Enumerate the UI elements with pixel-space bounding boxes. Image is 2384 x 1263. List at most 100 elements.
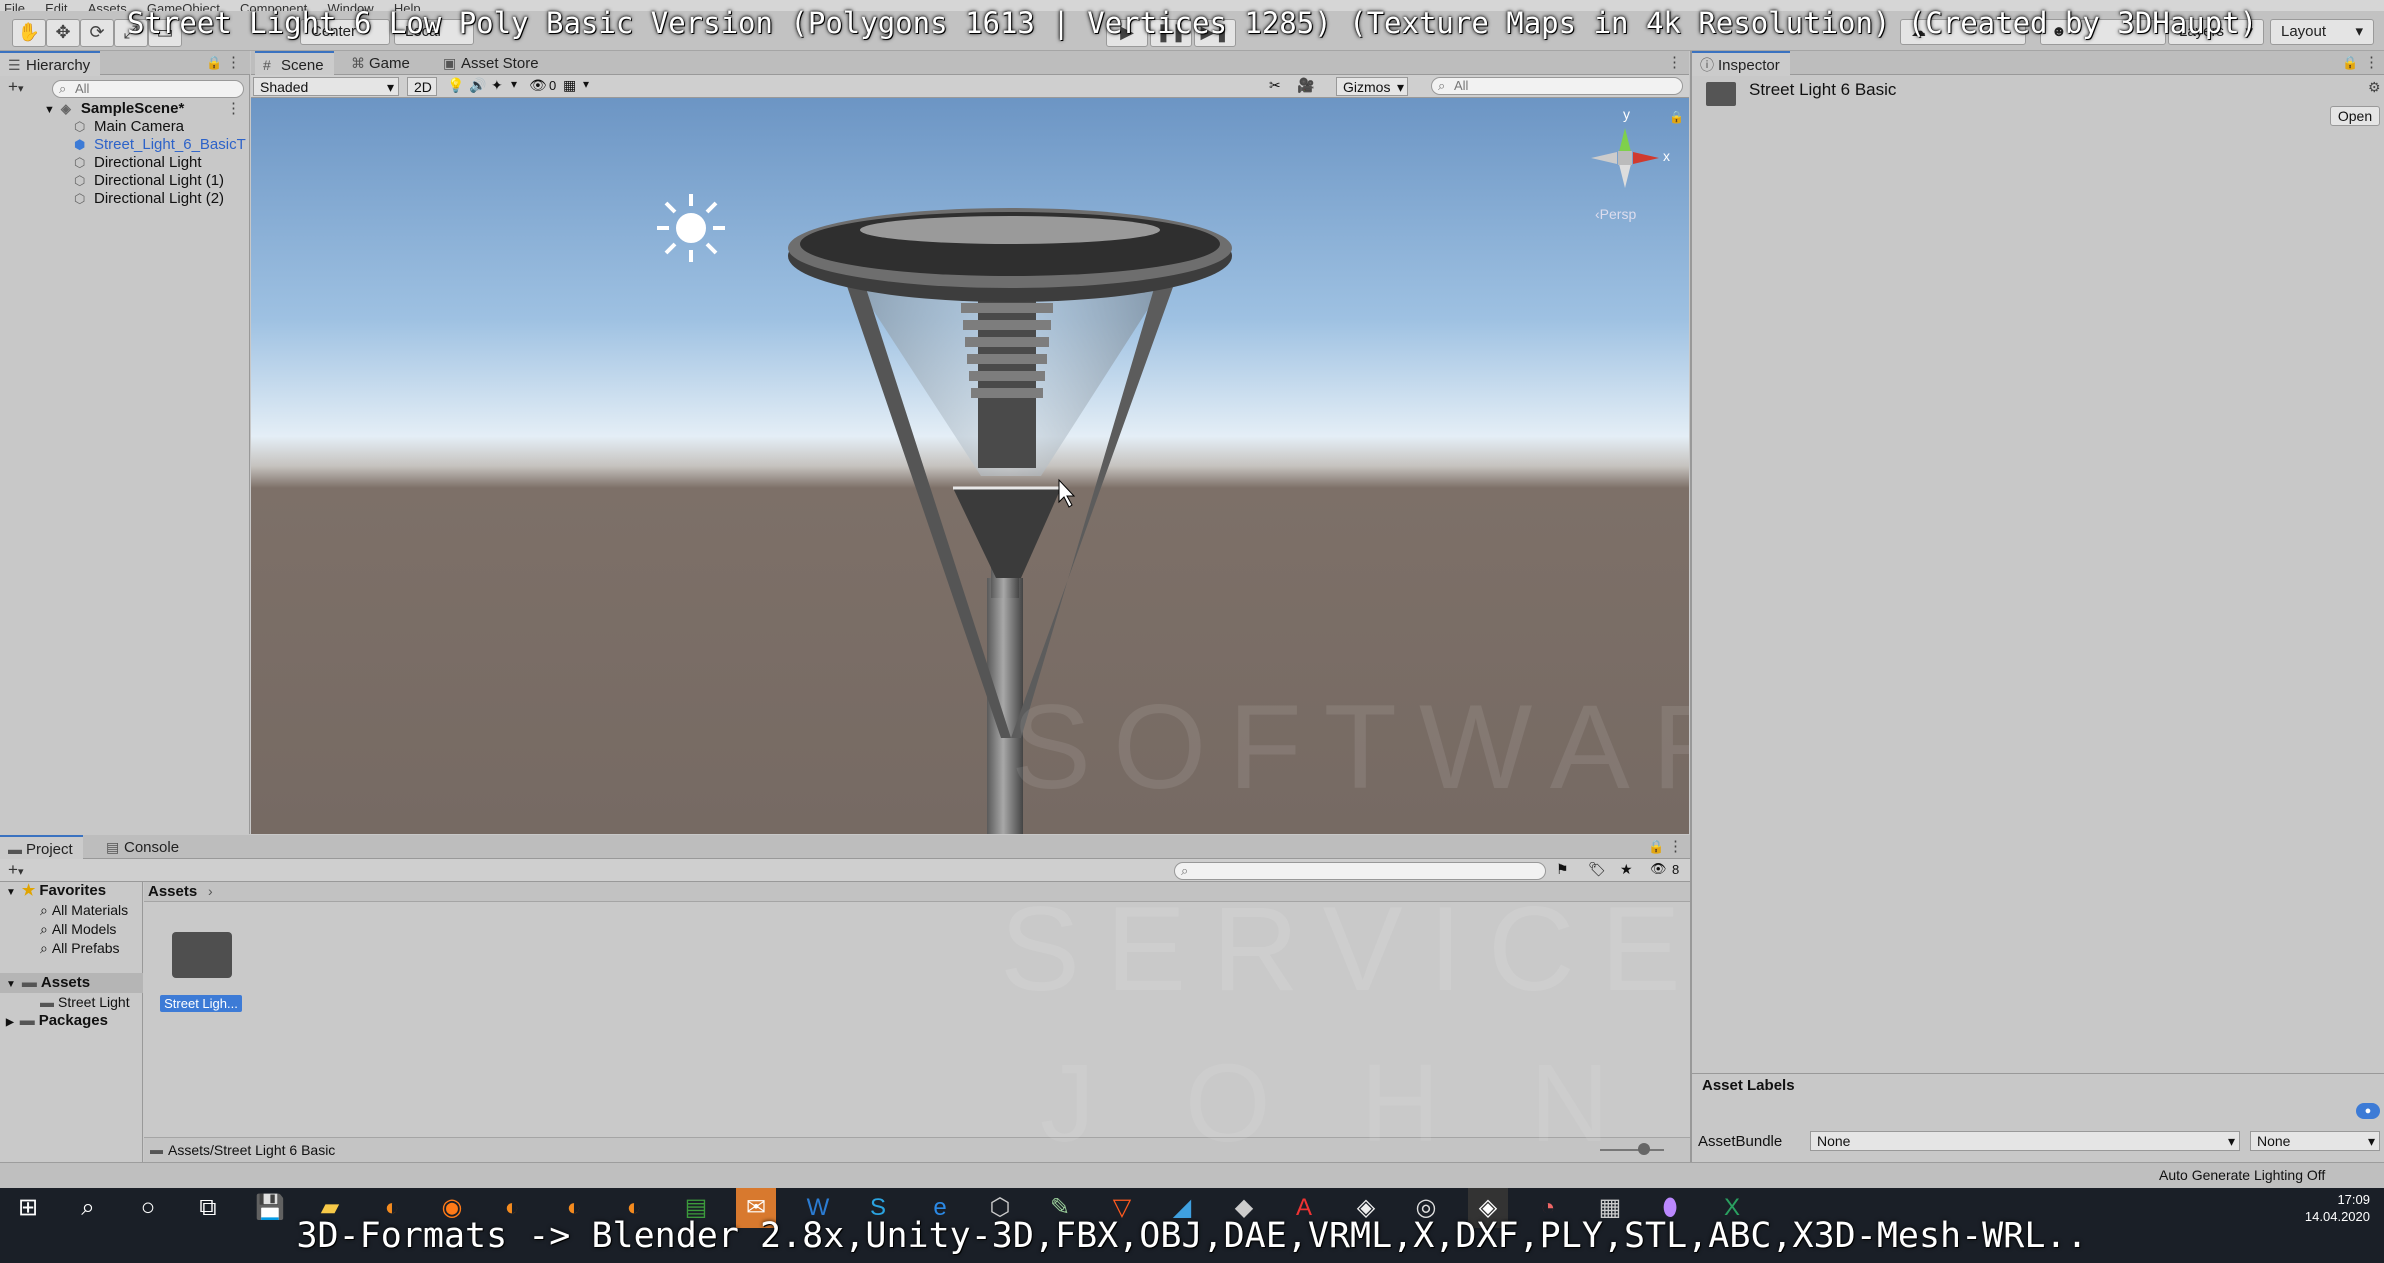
- gear-icon[interactable]: ⚙: [2368, 79, 2381, 96]
- create-asset-button[interactable]: +▾: [8, 860, 23, 880]
- scene-kebab-icon[interactable]: ⋮: [226, 99, 241, 117]
- search-by-label-icon[interactable]: 🏷: [1588, 861, 1606, 878]
- star-icon[interactable]: ★: [1620, 861, 1633, 878]
- variant-value: None: [2257, 1133, 2291, 1149]
- menu-assets[interactable]: Assets: [88, 2, 127, 11]
- kebab-menu-icon[interactable]: ⋮: [226, 53, 241, 71]
- tag-icon[interactable]: ●: [2356, 1103, 2380, 1119]
- breadcrumb-assets[interactable]: Assets: [148, 883, 197, 900]
- account-button[interactable]: ☁: [1900, 19, 2026, 45]
- lock-icon[interactable]: 🔒: [1648, 839, 1664, 855]
- hierarchy-item[interactable]: ⬡ Main Camera: [74, 118, 184, 136]
- lock-icon[interactable]: 🔒: [1669, 110, 1684, 124]
- rotate-tool-button[interactable]: ⟳: [80, 19, 114, 47]
- hierarchy-item[interactable]: ⬡ Directional Light (2): [74, 190, 224, 208]
- kebab-menu-icon[interactable]: ⋮: [2364, 53, 2379, 71]
- kebab-menu-icon[interactable]: ⋮: [1668, 837, 1683, 855]
- move-tool-button[interactable]: ✥: [46, 19, 80, 47]
- rect-tool-button[interactable]: ▭: [148, 19, 182, 47]
- gizmos-dropdown[interactable]: Gizmos ▾: [1336, 77, 1408, 96]
- hierarchy-item[interactable]: ⬢ Street_Light_6_BasicT: [74, 136, 246, 154]
- gameobject-cube-icon: ⬡: [74, 119, 86, 134]
- camera-icon[interactable]: 🎥: [1297, 77, 1314, 94]
- tab-asset-store[interactable]: ▣ Asset Store: [435, 51, 549, 74]
- lock-icon[interactable]: 🔒: [2342, 55, 2358, 71]
- clock-time[interactable]: 17:09: [2290, 1192, 2370, 1207]
- asset-folder-item[interactable]: ▬ Street Light: [40, 993, 130, 1011]
- watermark-line2: SERVICE: [1000, 882, 1707, 1016]
- hierarchy-item[interactable]: ⬡ Directional Light (1): [74, 172, 224, 190]
- gizmos-label: Gizmos: [1343, 79, 1391, 95]
- chevron-down-icon[interactable]: ▾: [511, 77, 517, 91]
- scene-viewport[interactable]: y x 🔒 ‹Persp SOFTWARE: [251, 98, 1689, 834]
- account-icon: ☻: [2051, 23, 2067, 40]
- tab-hierarchy[interactable]: ☰ Hierarchy: [0, 51, 101, 76]
- toggle-2d-button[interactable]: 2D: [407, 77, 437, 96]
- scale-tool-button[interactable]: ⤢: [114, 19, 148, 47]
- favorite-item[interactable]: ⌕ All Materials: [40, 901, 128, 919]
- project-search-input[interactable]: ⌕: [1174, 862, 1546, 880]
- scene-root[interactable]: ▼ ◈ SampleScene*: [44, 100, 184, 119]
- open-button[interactable]: Open: [2330, 106, 2380, 126]
- effects-toggle-icon[interactable]: ✦: [491, 77, 503, 94]
- chevron-down-icon: ▾: [1396, 79, 1404, 95]
- layout-dropdown[interactable]: Layout ▾: [2270, 19, 2374, 45]
- pause-button[interactable]: ❚❚: [1150, 19, 1192, 47]
- shading-mode-dropdown[interactable]: Shaded ▾: [253, 77, 399, 96]
- layers-dropdown[interactable]: Layers ▾: [2168, 19, 2264, 45]
- step-button[interactable]: ▶❚: [1194, 19, 1236, 47]
- tab-game[interactable]: ⌘ Game: [343, 51, 420, 74]
- favorite-item[interactable]: ⌕ All Prefabs: [40, 939, 120, 957]
- menu-edit[interactable]: Edit: [45, 2, 67, 11]
- lighting-status[interactable]: Auto Generate Lighting Off: [2159, 1167, 2325, 1183]
- list-icon: ☰: [8, 57, 21, 73]
- asset-grid-item-label[interactable]: Street Ligh...: [160, 995, 242, 1012]
- hierarchy-search-input[interactable]: ⌕ All: [52, 80, 244, 98]
- lighting-toggle-icon[interactable]: 💡: [447, 77, 464, 94]
- menu-help[interactable]: Help: [394, 2, 421, 11]
- pivot-toggle[interactable]: Center: [300, 19, 390, 45]
- folder-icon[interactable]: [172, 932, 232, 978]
- grid-toggle-icon[interactable]: ▦: [563, 77, 576, 94]
- hidden-packages-icon[interactable]: 👁: [1650, 861, 1667, 877]
- tab-project[interactable]: ▬ Project: [0, 835, 83, 860]
- hidden-objects-icon[interactable]: 👁: [529, 77, 547, 94]
- scene-search-input[interactable]: ⌕ All: [1431, 77, 1683, 95]
- audio-toggle-icon[interactable]: 🔊: [469, 77, 486, 94]
- tools-icon[interactable]: ✂: [1269, 77, 1281, 94]
- menu-bar: File Edit Assets GameObject Component Wi…: [0, 0, 2384, 11]
- search-by-type-icon[interactable]: ⚑: [1556, 861, 1569, 878]
- menu-file[interactable]: File: [4, 2, 25, 11]
- tab-console[interactable]: ▤ Console: [98, 835, 189, 858]
- assets-node[interactable]: ▼ ▬ Assets: [6, 974, 90, 994]
- favorites-node[interactable]: ▼ ★ Favorites: [6, 882, 106, 902]
- collab-button[interactable]: ☻: [2040, 19, 2166, 45]
- info-icon: ⓘ: [1700, 57, 1714, 73]
- persp-label[interactable]: ‹Persp: [1595, 206, 1636, 222]
- scene-toolbar: Shaded ▾ 2D 💡 🔊 ✦ ▾ 👁 0 ▦ ▾ ✂ 🎥 Gizmos ▾ ⌕…: [251, 75, 1689, 98]
- assetbundle-dropdown[interactable]: None ▾: [1810, 1131, 2240, 1151]
- menu-window[interactable]: Window: [327, 2, 373, 11]
- add-object-button[interactable]: +▾: [8, 77, 23, 97]
- gameobject-cube-icon: ⬡: [74, 155, 86, 170]
- assetbundle-variant-dropdown[interactable]: None ▾: [2250, 1131, 2380, 1151]
- hierarchy-item[interactable]: ⬡ Directional Light: [74, 154, 202, 172]
- chevron-down-icon: ▾: [2227, 1133, 2235, 1149]
- kebab-menu-icon[interactable]: ⋮: [1667, 53, 1682, 71]
- play-button[interactable]: ▶: [1106, 19, 1148, 47]
- hand-tool-button[interactable]: ✋: [12, 19, 46, 47]
- hierarchy-tabbar: ☰ Hierarchy 🔒 ⋮: [0, 51, 250, 76]
- tab-inspector[interactable]: ⓘ Inspector: [1692, 51, 1790, 76]
- menu-component[interactable]: Component: [240, 2, 307, 11]
- layout-label: Layout: [2281, 23, 2327, 40]
- lock-icon[interactable]: 🔒: [206, 55, 222, 71]
- search-icon: ⌕: [59, 81, 67, 96]
- plus-icon: +: [8, 77, 18, 96]
- chevron-down-icon[interactable]: ▾: [583, 77, 589, 91]
- favorite-item[interactable]: ⌕ All Models: [40, 920, 116, 938]
- packages-node[interactable]: ▶ ▬ Packages: [6, 1012, 108, 1032]
- menu-gameobject[interactable]: GameObject: [147, 2, 220, 11]
- space-toggle[interactable]: Local: [394, 19, 474, 45]
- unity-scene-icon: ◈: [60, 101, 71, 116]
- tab-scene[interactable]: # Scene: [255, 51, 334, 76]
